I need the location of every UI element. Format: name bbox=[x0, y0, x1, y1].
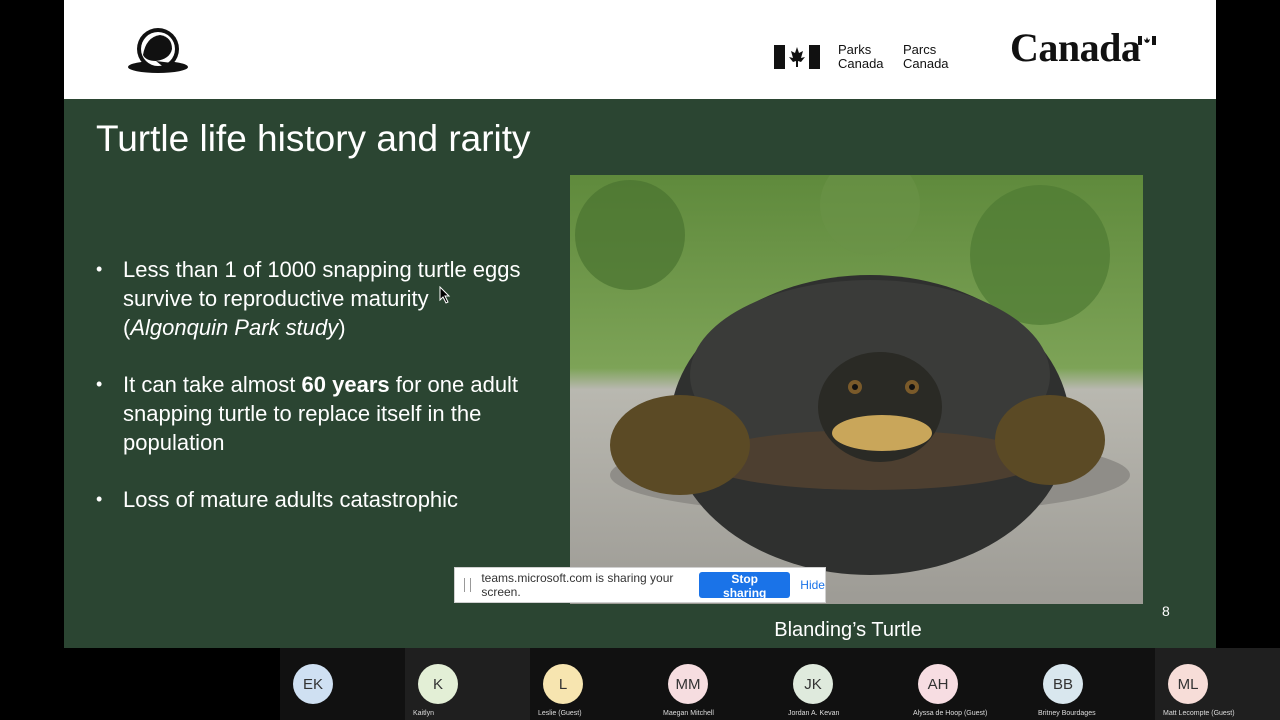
participant-name: Alyssa de Hoop (Guest) bbox=[913, 710, 988, 717]
canada-label: Canada bbox=[838, 56, 884, 71]
participant-name: Kaitlyn bbox=[413, 710, 435, 717]
screen-sharing-bar: teams.microsoft.com is sharing your scre… bbox=[454, 567, 826, 603]
stop-sharing-button[interactable]: Stop sharing bbox=[699, 572, 791, 600]
participant-tile[interactable]: BB Britney Bourdages bbox=[1030, 648, 1155, 720]
avatar: K bbox=[418, 664, 458, 704]
presentation-slide: Parks Canada Parcs Canada Canada Turtle … bbox=[64, 0, 1216, 648]
parcs-canada-french: Parcs Canada bbox=[903, 43, 949, 71]
participant-tile[interactable]: MM Maegan Mitchell bbox=[655, 648, 780, 720]
blandings-turtle-photo bbox=[570, 175, 1143, 604]
bullet-item: Less than 1 of 1000 snapping turtle eggs… bbox=[96, 255, 536, 342]
wordmark-flag-icon bbox=[1138, 36, 1156, 45]
bullet-text: It can take almost bbox=[123, 372, 302, 397]
parks-canada-beaver-logo-icon bbox=[128, 28, 188, 73]
participant-strip: EK K Kaitlyn L Leslie (Guest) MM Maegan … bbox=[280, 648, 1280, 720]
avatar: ML bbox=[1168, 664, 1208, 704]
bullet-item: Loss of mature adults catastrophic bbox=[96, 485, 536, 514]
participant-name: Jordan A. Kevan bbox=[788, 710, 840, 717]
participant-tile[interactable]: ML Matt Lecompte (Guest) bbox=[1155, 648, 1280, 720]
participant-tile[interactable]: EK bbox=[280, 648, 405, 720]
drag-handle-icon[interactable] bbox=[464, 578, 472, 592]
participant-tile[interactable]: L Leslie (Guest) bbox=[530, 648, 655, 720]
bullet-item: It can take almost 60 years for one adul… bbox=[96, 370, 536, 457]
avatar: EK bbox=[293, 664, 333, 704]
hide-button[interactable]: Hide bbox=[800, 578, 825, 592]
bullet-list: Less than 1 of 1000 snapping turtle eggs… bbox=[96, 255, 536, 542]
parcs-label: Parcs bbox=[903, 42, 937, 57]
participant-name: Maegan Mitchell bbox=[663, 710, 714, 717]
bullet-text: Loss of mature adults catastrophic bbox=[123, 487, 459, 512]
parks-canada-english: Parks Canada bbox=[838, 43, 884, 71]
slide-header: Parks Canada Parcs Canada Canada bbox=[64, 0, 1216, 99]
participant-tile[interactable]: K Kaitlyn bbox=[405, 648, 530, 720]
mouse-cursor-icon bbox=[439, 286, 451, 304]
participant-tile[interactable]: JK Jordan A. Kevan bbox=[780, 648, 905, 720]
canada-wordmark: Canada bbox=[1010, 25, 1141, 70]
bullet-italic-text: Algonquin Park study bbox=[130, 315, 339, 340]
participant-name: Britney Bourdages bbox=[1038, 710, 1096, 717]
parks-label: Parks bbox=[838, 42, 872, 57]
canada-flag-icon bbox=[774, 45, 820, 69]
participant-tile[interactable]: AH Alyssa de Hoop (Guest) bbox=[905, 648, 1030, 720]
participant-name: Leslie (Guest) bbox=[538, 710, 582, 717]
avatar: BB bbox=[1043, 664, 1083, 704]
avatar: MM bbox=[668, 664, 708, 704]
sharing-message: teams.microsoft.com is sharing your scre… bbox=[481, 571, 674, 599]
avatar: JK bbox=[793, 664, 833, 704]
canada-fr-label: Canada bbox=[903, 56, 949, 71]
bullet-text-end: ) bbox=[338, 315, 346, 340]
photo-caption: Blanding’s Turtle bbox=[774, 619, 922, 641]
slide-title: Turtle life history and rarity bbox=[96, 118, 531, 159]
slide-number: 8 bbox=[1162, 603, 1170, 619]
avatar: L bbox=[543, 664, 583, 704]
participant-name: Matt Lecompte (Guest) bbox=[1163, 710, 1235, 717]
bullet-bold-text: 60 years bbox=[301, 372, 390, 397]
avatar: AH bbox=[918, 664, 958, 704]
